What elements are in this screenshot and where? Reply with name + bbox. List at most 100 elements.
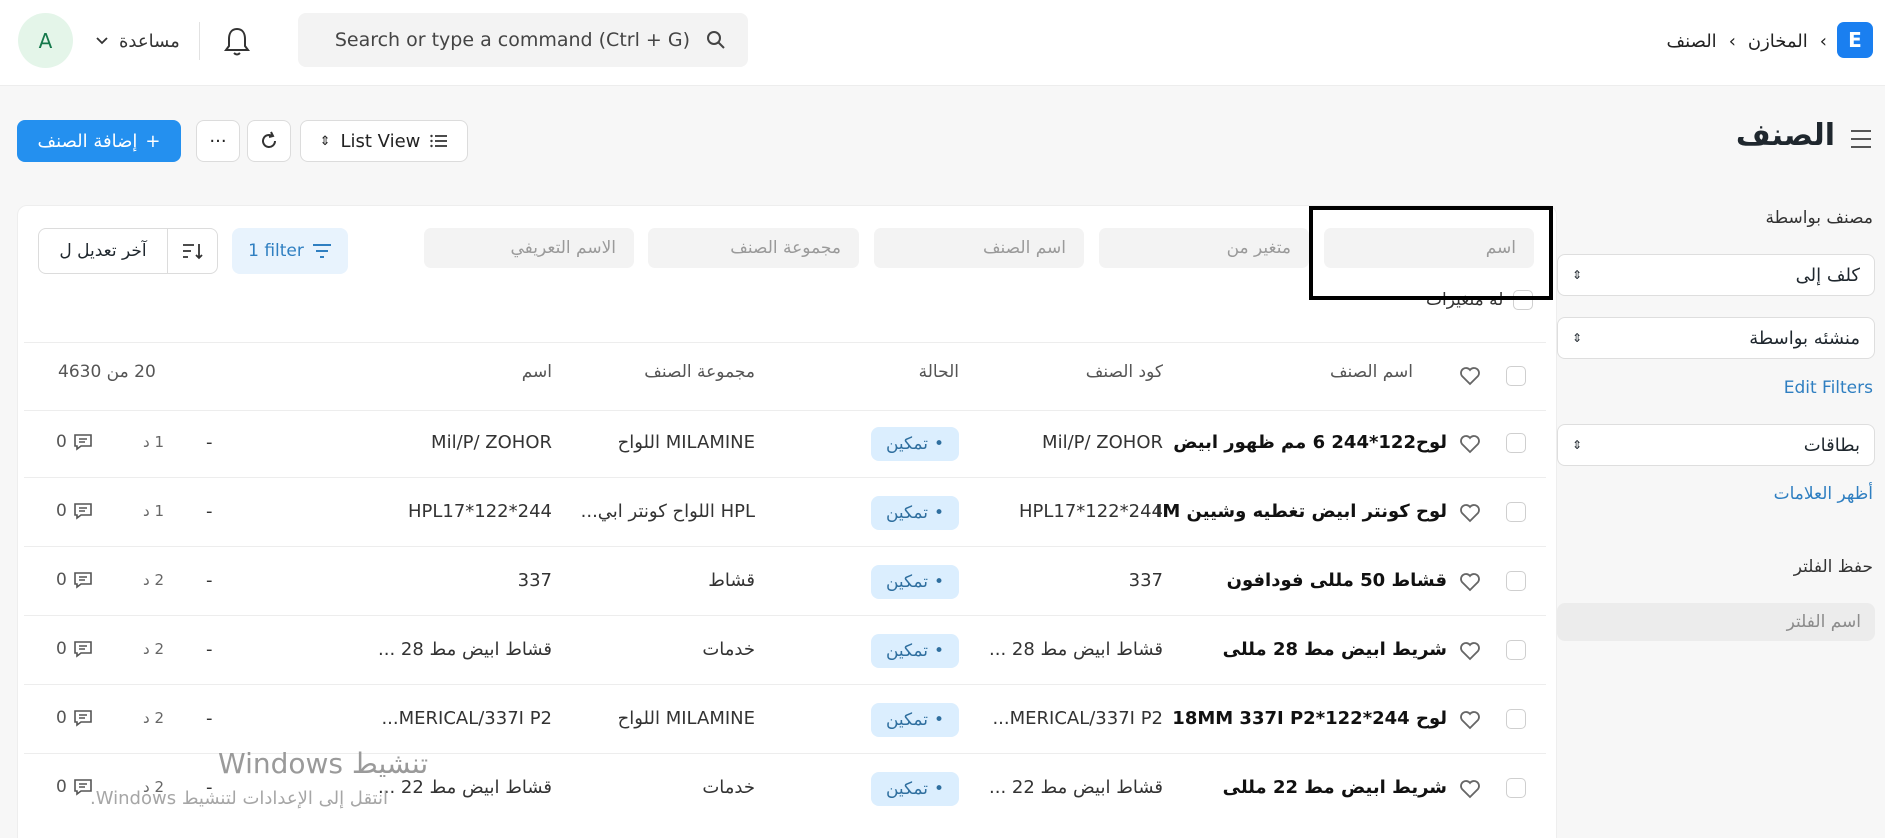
dot-icon: • bbox=[934, 710, 945, 730]
breadcrumb-item[interactable]: الصنف bbox=[1667, 31, 1717, 52]
item-name[interactable]: لوح كونتر ابيض تغطيه وشيين IM bbox=[1156, 501, 1447, 522]
modified-time: 1 د bbox=[143, 502, 164, 520]
row-dash: - bbox=[206, 432, 213, 453]
status-label: تمكين bbox=[885, 710, 928, 730]
record-count: 20 من 4630 bbox=[58, 362, 156, 382]
heart-icon[interactable] bbox=[1459, 779, 1481, 799]
item-name[interactable]: لوح122*244 6 مم ظهور ابيض bbox=[1173, 432, 1447, 453]
assigned-to-label: كلف إلى bbox=[1795, 264, 1860, 286]
bell-icon bbox=[224, 27, 250, 56]
comment-count[interactable]: 0 bbox=[56, 708, 93, 728]
row-checkbox[interactable] bbox=[1506, 709, 1526, 729]
item-name[interactable]: شريط ابيض مط 22 مللى bbox=[1223, 777, 1447, 798]
modified-time: 1 د bbox=[143, 433, 164, 451]
heart-icon[interactable] bbox=[1459, 366, 1481, 386]
item-name[interactable]: شريط ابيض مط 28 مللى bbox=[1223, 639, 1447, 660]
status-label: تمكين bbox=[885, 779, 928, 799]
row-checkbox[interactable] bbox=[1506, 502, 1526, 522]
help-label: مساعدة bbox=[119, 30, 180, 52]
row-dash: - bbox=[206, 570, 213, 591]
view-switcher[interactable]: ⇕ List View bbox=[300, 120, 468, 162]
navbar: A مساعدة Search or type a command (Ctrl … bbox=[0, 0, 1885, 86]
header-item-name[interactable]: اسم الصنف bbox=[1330, 362, 1413, 382]
comment-icon bbox=[74, 572, 92, 589]
chevron-down-icon bbox=[96, 37, 108, 45]
row-dash: - bbox=[206, 501, 213, 522]
breadcrumb-chevron-icon: › bbox=[1819, 30, 1827, 52]
comment-count[interactable]: 0 bbox=[56, 501, 93, 521]
notifications-button[interactable] bbox=[222, 24, 252, 58]
breadcrumb-stock[interactable]: المخازن bbox=[1748, 31, 1808, 52]
avatar-letter: A bbox=[38, 28, 53, 53]
item-name[interactable]: قشاط 50 مللى فودافون bbox=[1227, 570, 1447, 591]
heart-icon[interactable] bbox=[1459, 434, 1481, 454]
avatar[interactable]: A bbox=[18, 13, 73, 68]
grouped-by-label: مصنف بواسطة bbox=[1765, 208, 1873, 228]
comment-count[interactable]: 0 bbox=[56, 432, 93, 452]
divider bbox=[24, 684, 1546, 685]
comment-count[interactable]: 0 bbox=[56, 777, 93, 797]
header-item-code[interactable]: كود الصنف bbox=[1086, 362, 1163, 382]
refresh-button[interactable] bbox=[247, 120, 291, 162]
filter-name-input[interactable]: اسم الفلتر bbox=[1557, 603, 1875, 641]
tags-label: بطاقات bbox=[1803, 434, 1860, 456]
row-checkbox[interactable] bbox=[1506, 778, 1526, 798]
help-dropdown[interactable]: مساعدة bbox=[95, 26, 180, 56]
dot-icon: • bbox=[934, 503, 945, 523]
row-checkbox[interactable] bbox=[1506, 640, 1526, 660]
item-name[interactable]: لوح 244*122*18MM 337I P2 bbox=[1172, 708, 1447, 729]
select-all-checkbox[interactable] bbox=[1506, 366, 1526, 386]
item-code: قشاط ابيض مط 28 ... bbox=[989, 639, 1163, 660]
comment-number: 0 bbox=[56, 432, 67, 452]
row-dash: - bbox=[206, 708, 213, 729]
row-checkbox[interactable] bbox=[1506, 571, 1526, 591]
header-item-group[interactable]: مجموعة الصنف bbox=[644, 362, 755, 382]
assigned-to-select[interactable]: كلف إلى ⇕ bbox=[1557, 254, 1875, 296]
sort-field-button[interactable]: آخر تعديل ل bbox=[39, 229, 167, 273]
comment-number: 0 bbox=[56, 570, 67, 590]
item-group: MILAMINE اللواح bbox=[617, 708, 755, 729]
comment-count[interactable]: 0 bbox=[56, 570, 93, 590]
search-bar[interactable]: Search or type a command (Ctrl + G) bbox=[298, 13, 748, 67]
sidebar-toggle-icon[interactable] bbox=[1849, 128, 1873, 150]
ellipsis-icon: ··· bbox=[209, 130, 227, 152]
status-label: تمكين bbox=[885, 503, 928, 523]
header-status[interactable]: الحالة bbox=[919, 362, 959, 382]
status-badge: • تمكين bbox=[871, 427, 959, 461]
comment-number: 0 bbox=[56, 777, 67, 797]
variant-of-filter-input[interactable]: متغير من bbox=[1099, 228, 1309, 268]
edit-filters-link[interactable]: Edit Filters bbox=[1784, 378, 1873, 398]
tags-select[interactable]: بطاقات ⇕ bbox=[1557, 424, 1875, 466]
filter-button[interactable]: 1 filter bbox=[232, 228, 348, 274]
description-name-filter-input[interactable]: الاسم التعريفي bbox=[424, 228, 634, 268]
status-label: تمكين bbox=[885, 572, 928, 592]
heart-icon[interactable] bbox=[1459, 710, 1481, 730]
more-actions-button[interactable]: ··· bbox=[196, 120, 240, 162]
divider bbox=[24, 410, 1546, 411]
modified-time: 2 د bbox=[143, 571, 164, 589]
item-code: قشاط ابيض مط 22 ... bbox=[989, 777, 1163, 798]
item-group-filter-input[interactable]: مجموعة الصنف bbox=[648, 228, 859, 268]
item-code: Mil/P/ ZOHOR bbox=[1042, 432, 1163, 453]
record-name: 337 bbox=[517, 570, 552, 591]
search-input[interactable]: Search or type a command (Ctrl + G) bbox=[335, 29, 690, 51]
heart-icon[interactable] bbox=[1459, 641, 1481, 661]
updown-icon: ⇕ bbox=[1572, 331, 1583, 345]
add-item-button[interactable]: + إضافة الصنف bbox=[17, 120, 181, 162]
modified-time: 2 د bbox=[143, 640, 164, 658]
show-tags-link[interactable]: أظهر العلامات bbox=[1774, 484, 1873, 504]
dot-icon: • bbox=[934, 779, 945, 799]
sort-order-button[interactable] bbox=[167, 229, 217, 273]
item-group: HPL اللواح كونتر ابي... bbox=[580, 501, 755, 522]
app-logo[interactable]: E bbox=[1837, 22, 1873, 58]
record-name: قشاط ابيض مط 22 ... bbox=[378, 777, 552, 798]
item-group: خدمات bbox=[702, 777, 755, 798]
comment-count[interactable]: 0 bbox=[56, 639, 93, 659]
heart-icon[interactable] bbox=[1459, 572, 1481, 592]
comment-icon bbox=[74, 641, 92, 658]
item-name-filter-input[interactable]: اسم الصنف bbox=[874, 228, 1084, 268]
created-by-select[interactable]: منشئه بواسطة ⇕ bbox=[1557, 317, 1875, 359]
header-name[interactable]: اسم bbox=[522, 362, 552, 382]
row-checkbox[interactable] bbox=[1506, 433, 1526, 453]
heart-icon[interactable] bbox=[1459, 503, 1481, 523]
